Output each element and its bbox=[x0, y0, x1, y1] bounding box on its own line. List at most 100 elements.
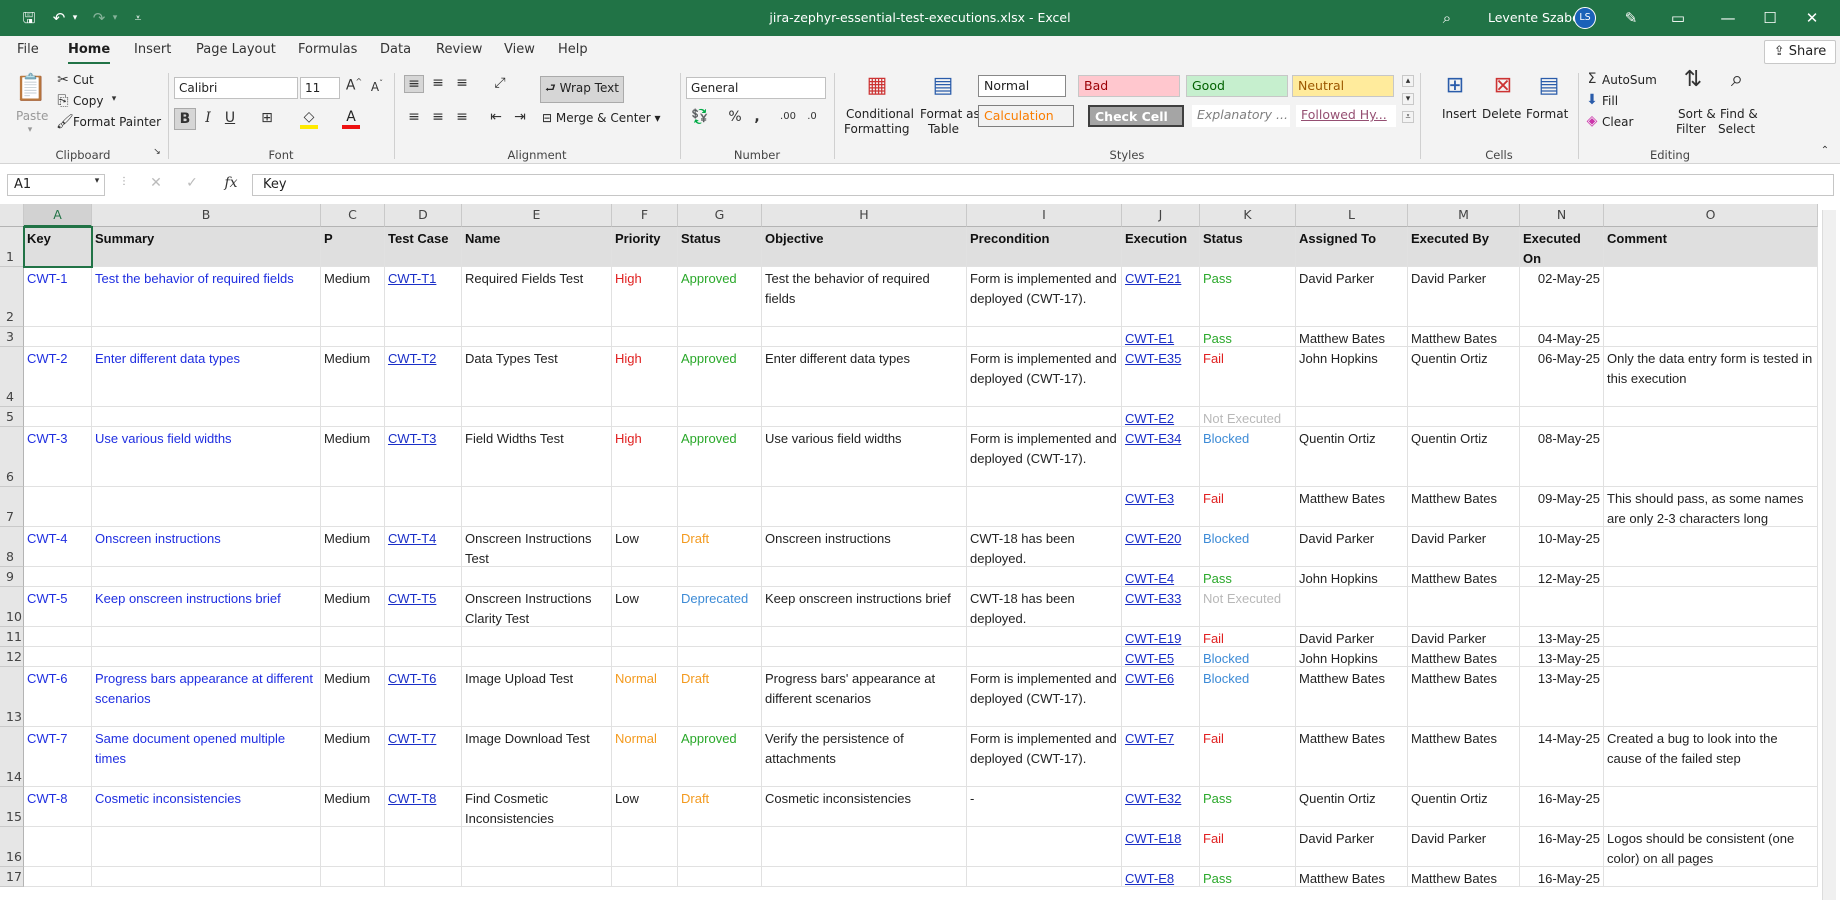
cell-a15[interactable]: CWT-8 bbox=[24, 787, 92, 827]
column-header-i[interactable]: I bbox=[967, 204, 1122, 227]
cell-i12[interactable] bbox=[967, 647, 1122, 667]
cell-a6[interactable]: CWT-3 bbox=[24, 427, 92, 487]
cell-k10[interactable]: Not Executed bbox=[1200, 587, 1296, 627]
cell-k3[interactable]: Pass bbox=[1200, 327, 1296, 347]
cell-d17[interactable] bbox=[385, 867, 462, 887]
header-cell-n[interactable]: Executed On bbox=[1520, 227, 1604, 267]
undo-dropdown-icon[interactable]: ▾ bbox=[70, 0, 80, 36]
cell-m12[interactable]: Matthew Bates bbox=[1408, 647, 1520, 667]
cell-i11[interactable] bbox=[967, 627, 1122, 647]
header-cell-f[interactable]: Priority bbox=[612, 227, 678, 267]
cell-c16[interactable] bbox=[321, 827, 385, 867]
cell-h7[interactable] bbox=[762, 487, 967, 527]
styles-more-icon[interactable]: ⩡ bbox=[1402, 111, 1414, 123]
header-cell-h[interactable]: Objective bbox=[762, 227, 967, 267]
find-label[interactable]: Find & bbox=[1720, 107, 1758, 121]
cell-b2[interactable]: Test the behavior of required fields bbox=[92, 267, 321, 327]
cell-b14[interactable]: Same document opened multiple times bbox=[92, 727, 321, 787]
cell-b13[interactable]: Progress bars appearance at different sc… bbox=[92, 667, 321, 727]
cell-b7[interactable] bbox=[92, 487, 321, 527]
increase-font-icon[interactable]: A^ bbox=[344, 77, 364, 94]
row-header-2[interactable]: 2 bbox=[0, 267, 24, 327]
insert-function-icon[interactable]: fx bbox=[220, 175, 242, 191]
cell-d7[interactable] bbox=[385, 487, 462, 527]
user-name[interactable]: Levente Szabo bbox=[1488, 0, 1580, 36]
column-header-n[interactable]: N bbox=[1520, 204, 1604, 227]
align-right-icon[interactable]: ≡ bbox=[452, 109, 472, 125]
cell-c12[interactable] bbox=[321, 647, 385, 667]
cell-b10[interactable]: Keep onscreen instructions brief bbox=[92, 587, 321, 627]
cell-d13[interactable]: CWT-T6 bbox=[385, 667, 462, 727]
cell-h12[interactable] bbox=[762, 647, 967, 667]
avatar[interactable]: LS bbox=[1574, 7, 1596, 29]
cell-k16[interactable]: Fail bbox=[1200, 827, 1296, 867]
cell-n12[interactable]: 13-May-25 bbox=[1520, 647, 1604, 667]
header-cell-g[interactable]: Status bbox=[678, 227, 762, 267]
cell-n17[interactable]: 16-May-25 bbox=[1520, 867, 1604, 887]
styles-scroll-down-icon[interactable]: ▾ bbox=[1402, 93, 1414, 105]
cell-k15[interactable]: Pass bbox=[1200, 787, 1296, 827]
cell-i8[interactable]: CWT-18 has been deployed. bbox=[967, 527, 1122, 567]
cell-j12[interactable]: CWT-E5 bbox=[1122, 647, 1200, 667]
format-button[interactable]: Format bbox=[1526, 107, 1568, 121]
cell-m15[interactable]: Quentin Ortiz bbox=[1408, 787, 1520, 827]
style-bad[interactable]: Bad bbox=[1078, 75, 1180, 97]
cell-j2[interactable]: CWT-E21 bbox=[1122, 267, 1200, 327]
row-header-8[interactable]: 8 bbox=[0, 527, 24, 567]
cell-f14[interactable]: Normal bbox=[612, 727, 678, 787]
row-header-9[interactable]: 9 bbox=[0, 567, 24, 587]
wrap-text-button[interactable]: ⮐ Wrap Text bbox=[540, 76, 624, 103]
paste-dropdown-icon[interactable]: ▾ bbox=[26, 125, 34, 135]
delete-cells-icon[interactable]: ⊠ bbox=[1488, 73, 1518, 98]
cell-e4[interactable]: Data Types Test bbox=[462, 347, 612, 407]
italic-icon[interactable]: I bbox=[200, 110, 216, 126]
cell-m16[interactable]: David Parker bbox=[1408, 827, 1520, 867]
cell-g14[interactable]: Approved bbox=[678, 727, 762, 787]
align-bottom-icon[interactable]: ≡ bbox=[452, 75, 472, 91]
cell-g12[interactable] bbox=[678, 647, 762, 667]
cell-e16[interactable] bbox=[462, 827, 612, 867]
cell-c9[interactable] bbox=[321, 567, 385, 587]
cell-d5[interactable] bbox=[385, 407, 462, 427]
cell-n13[interactable]: 13-May-25 bbox=[1520, 667, 1604, 727]
clear-button[interactable]: Clear bbox=[1602, 115, 1633, 129]
cell-b12[interactable] bbox=[92, 647, 321, 667]
cell-n10[interactable] bbox=[1520, 587, 1604, 627]
find-select-icon[interactable]: ⌕ bbox=[1722, 67, 1752, 92]
cell-c7[interactable] bbox=[321, 487, 385, 527]
minimize-icon[interactable]: — bbox=[1716, 0, 1740, 36]
cell-b8[interactable]: Onscreen instructions bbox=[92, 527, 321, 567]
cell-g3[interactable] bbox=[678, 327, 762, 347]
header-cell-e[interactable]: Name bbox=[462, 227, 612, 267]
cell-h13[interactable]: Progress bars' appearance at different s… bbox=[762, 667, 967, 727]
cell-m13[interactable]: Matthew Bates bbox=[1408, 667, 1520, 727]
format-as-label[interactable]: Format as bbox=[920, 107, 980, 121]
cell-c15[interactable]: Medium bbox=[321, 787, 385, 827]
cell-m5[interactable] bbox=[1408, 407, 1520, 427]
clear-icon[interactable]: ◈ bbox=[1584, 113, 1600, 129]
cell-l4[interactable]: John Hopkins bbox=[1296, 347, 1408, 407]
tab-insert[interactable]: Insert bbox=[134, 42, 171, 64]
cell-e10[interactable]: Onscreen Instructions Clarity Test bbox=[462, 587, 612, 627]
cell-f3[interactable] bbox=[612, 327, 678, 347]
cell-d11[interactable] bbox=[385, 627, 462, 647]
cell-j3[interactable]: CWT-E1 bbox=[1122, 327, 1200, 347]
cell-g5[interactable] bbox=[678, 407, 762, 427]
cell-j14[interactable]: CWT-E7 bbox=[1122, 727, 1200, 787]
decrease-decimal-icon[interactable]: .0 bbox=[802, 111, 822, 122]
cell-e12[interactable] bbox=[462, 647, 612, 667]
autosum-icon[interactable]: Σ bbox=[1584, 71, 1600, 87]
cell-i4[interactable]: Form is implemented and deployed (CWT-17… bbox=[967, 347, 1122, 407]
cell-h14[interactable]: Verify the persistence of attachments bbox=[762, 727, 967, 787]
accounting-format-icon[interactable]: 💱 bbox=[688, 109, 712, 125]
cell-e9[interactable] bbox=[462, 567, 612, 587]
cell-f4[interactable]: High bbox=[612, 347, 678, 407]
cell-g16[interactable] bbox=[678, 827, 762, 867]
sort-label[interactable]: Sort & bbox=[1678, 107, 1716, 121]
cell-d16[interactable] bbox=[385, 827, 462, 867]
cell-i7[interactable] bbox=[967, 487, 1122, 527]
cell-h4[interactable]: Enter different data types bbox=[762, 347, 967, 407]
cell-j16[interactable]: CWT-E18 bbox=[1122, 827, 1200, 867]
cell-m9[interactable]: Matthew Bates bbox=[1408, 567, 1520, 587]
cell-k13[interactable]: Blocked bbox=[1200, 667, 1296, 727]
